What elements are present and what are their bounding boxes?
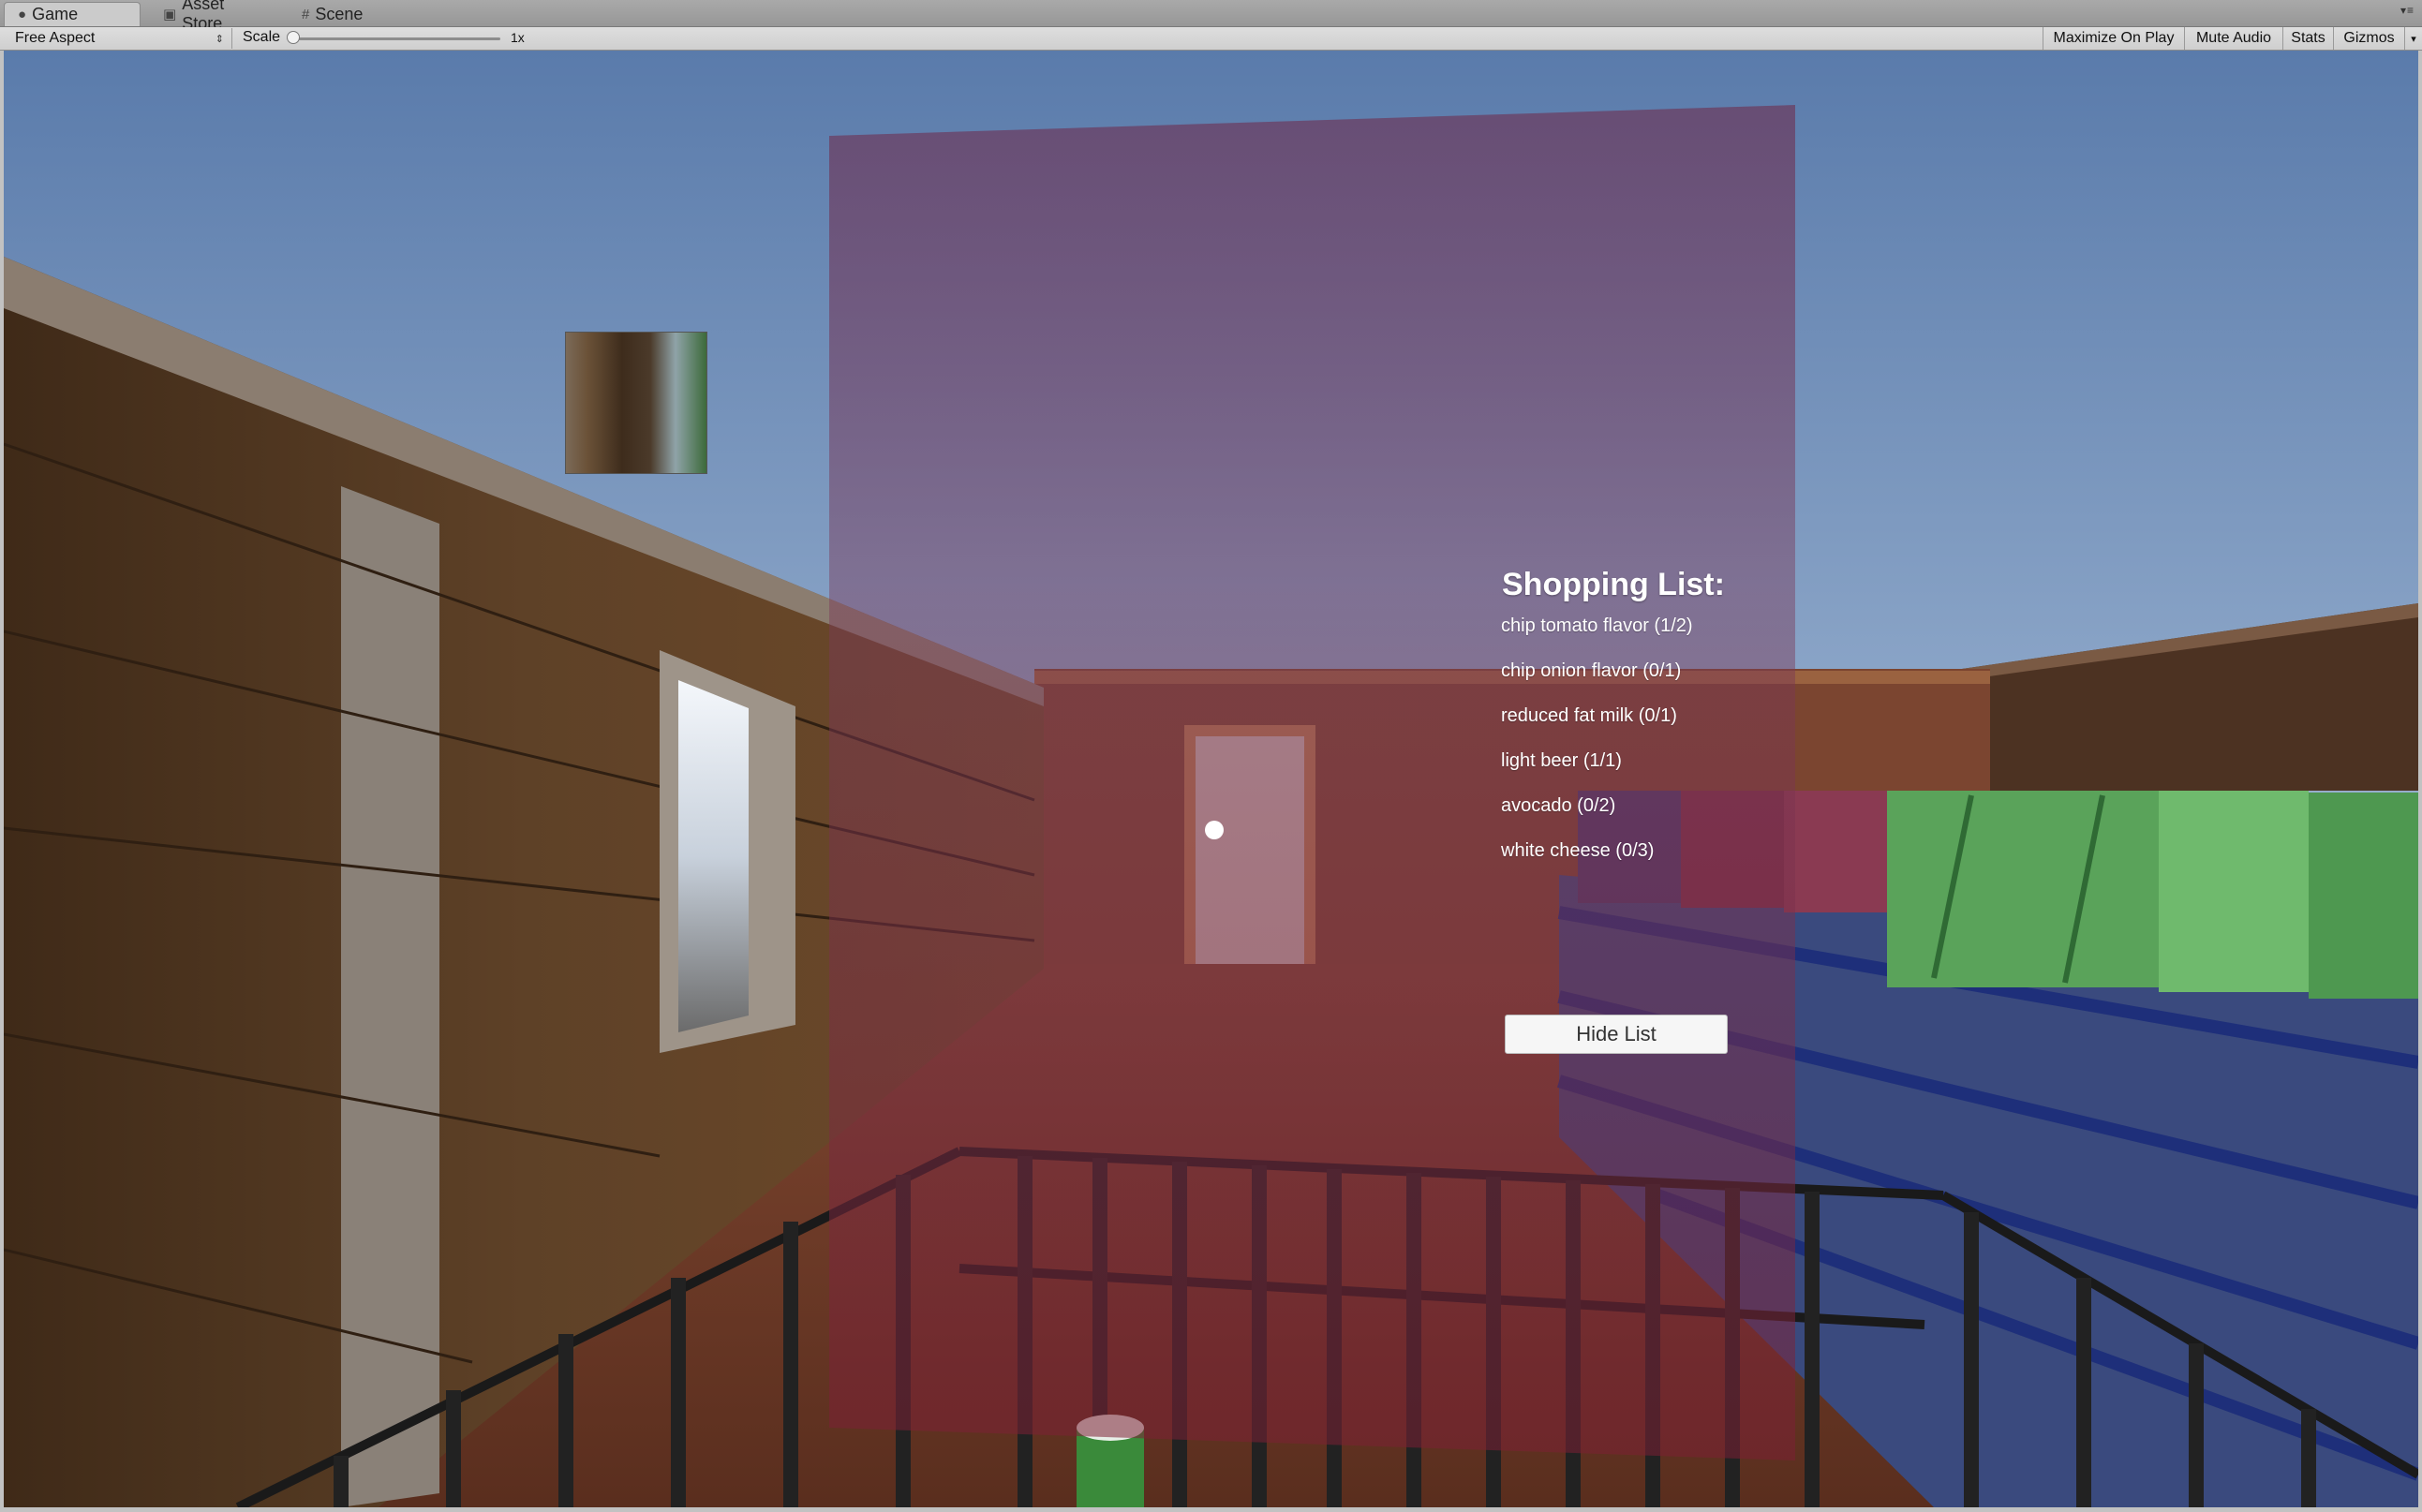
scale-label: Scale xyxy=(243,29,281,45)
list-item: avocado (0/2) xyxy=(1501,795,1616,816)
shopping-list-title: Shopping List: xyxy=(1502,567,1725,602)
game-controller-icon: ● xyxy=(18,7,27,22)
tab-game[interactable]: ● Game xyxy=(4,2,141,26)
tab-game-label: Game xyxy=(32,5,79,23)
list-item: chip onion flavor (0/1) xyxy=(1501,660,1682,681)
window-menu-icon[interactable]: ▾≡ xyxy=(2400,4,2415,17)
game-scene xyxy=(4,51,2418,1507)
maximize-on-play-button[interactable]: Maximize On Play xyxy=(2043,27,2184,50)
game-viewport[interactable] xyxy=(4,51,2418,1507)
shopping-bag-icon: ▣ xyxy=(163,7,177,22)
mute-audio-button[interactable]: Mute Audio xyxy=(2184,27,2282,50)
game-toolbar: Free Aspect ⇕ Scale 1x Maximize On Play … xyxy=(0,27,2422,51)
gizmos-dropdown-arrow-icon[interactable]: ▾ xyxy=(2404,27,2422,50)
camera-preview-thumbnail xyxy=(566,333,706,473)
left-wall-post xyxy=(341,486,439,1507)
editor-tab-bar: ● Game ▣ Asset Store # Scene ▾≡ xyxy=(0,0,2422,33)
stats-button[interactable]: Stats xyxy=(2282,27,2333,50)
aspect-dropdown[interactable]: Free Aspect ⇕ xyxy=(7,28,232,49)
window-glass xyxy=(678,680,749,1032)
mute-audio-label: Mute Audio xyxy=(2195,30,2272,46)
green-product-boxes xyxy=(1887,791,2418,999)
list-item: reduced fat milk (0/1) xyxy=(1501,705,1677,726)
hide-list-button[interactable]: Hide List xyxy=(1505,1015,1728,1054)
tab-asset-store[interactable]: ▣ Asset Store xyxy=(150,0,281,33)
maximize-on-play-label: Maximize On Play xyxy=(2053,30,2175,46)
gizmos-button[interactable]: Gizmos xyxy=(2333,27,2404,50)
scale-slider-handle[interactable] xyxy=(287,31,300,44)
dropdown-arrows-icon: ⇕ xyxy=(215,33,224,45)
scale-value: 1x xyxy=(511,30,525,45)
tab-scene[interactable]: # Scene xyxy=(289,2,392,26)
list-item: white cheese (0/3) xyxy=(1501,840,1655,861)
grid-icon: # xyxy=(302,6,310,22)
list-item: chip tomato flavor (1/2) xyxy=(1501,615,1693,636)
list-item: light beer (1/1) xyxy=(1501,750,1622,771)
aspect-dropdown-label: Free Aspect xyxy=(15,30,96,46)
scale-slider-track[interactable] xyxy=(296,37,500,40)
shopping-list-panel xyxy=(829,105,1795,1460)
tab-scene-label: Scene xyxy=(315,4,364,23)
hide-list-label: Hide List xyxy=(1576,1022,1657,1045)
stats-label: Stats xyxy=(2291,30,2325,46)
gizmos-label: Gizmos xyxy=(2343,30,2395,46)
crosshair-dot xyxy=(1205,821,1224,839)
